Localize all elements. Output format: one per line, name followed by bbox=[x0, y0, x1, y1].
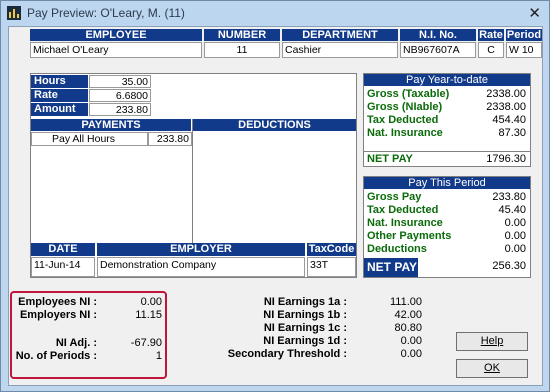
employee-ni-number: NB967607A bbox=[400, 42, 476, 58]
ytd-row-label: Gross (NIable) bbox=[367, 101, 443, 113]
period-row-value: 0.00 bbox=[504, 243, 526, 255]
period-row-label: Other Payments bbox=[367, 230, 452, 242]
ni-left-label: Employees NI : bbox=[18, 296, 97, 308]
col-employee: EMPLOYEE bbox=[30, 29, 202, 41]
period-row-value: 45.40 bbox=[498, 204, 526, 216]
ni-right-value: 111.00 bbox=[389, 296, 422, 308]
ni-right-value: 42.00 bbox=[394, 309, 422, 321]
employee-department: Cashier bbox=[282, 42, 398, 58]
employer-name: Demonstration Company bbox=[97, 257, 305, 277]
ni-right-label: NI Earnings 1a : bbox=[263, 296, 347, 308]
employee-period: W 10 bbox=[506, 42, 542, 58]
amount-value: 233.80 bbox=[89, 103, 151, 116]
col-period: Period bbox=[506, 29, 542, 41]
ytd-row-value: 87.30 bbox=[498, 127, 526, 139]
ni-left-value: -67.90 bbox=[130, 337, 162, 349]
ni-left-label: NI Adj. : bbox=[55, 337, 97, 349]
col-number: NUMBER bbox=[204, 29, 280, 41]
payments-header: PAYMENTS bbox=[31, 119, 191, 131]
ytd-row-value: 2338.00 bbox=[486, 101, 526, 113]
ytd-net-pay-row: NET PAY 1796.30 bbox=[364, 151, 530, 166]
ni-left-value: 0.00 bbox=[140, 296, 162, 308]
ytd-row-value: 454.40 bbox=[492, 114, 526, 126]
period-header: Pay This Period bbox=[364, 177, 530, 189]
ni-right-label: NI Earnings 1c : bbox=[263, 322, 347, 334]
hours-value: 35.00 bbox=[89, 75, 151, 88]
period-row-value: 0.00 bbox=[504, 230, 526, 242]
period-net-pay-value: 256.30 bbox=[492, 260, 526, 272]
close-icon[interactable]: ✕ bbox=[528, 4, 541, 22]
ni-right-value: 0.00 bbox=[400, 335, 422, 347]
period-row-label: Tax Deducted bbox=[367, 204, 439, 216]
employee-number: 11 bbox=[204, 42, 280, 58]
ytd-row-label: Gross (Taxable) bbox=[367, 88, 450, 100]
col-rate: Rate bbox=[478, 29, 504, 41]
ni-right-value: 0.00 bbox=[400, 348, 422, 360]
app-chart-icon bbox=[7, 6, 21, 20]
ytd-header: Pay Year-to-date bbox=[364, 74, 530, 86]
employee-rate: C bbox=[478, 42, 504, 58]
employee-grid: EMPLOYEE NUMBER DEPARTMENT N.I. No. Rate… bbox=[30, 29, 542, 59]
payment-item-name: Pay All Hours bbox=[31, 132, 148, 146]
ytd-row-value: 2338.00 bbox=[486, 88, 526, 100]
hours-label: Hours bbox=[31, 75, 88, 88]
tax-code: 33T bbox=[307, 257, 356, 277]
col-employer: EMPLOYER bbox=[97, 243, 305, 256]
help-button-label: Help bbox=[480, 335, 504, 347]
employee-name: Michael O'Leary bbox=[30, 42, 202, 58]
payment-item-amount: 233.80 bbox=[148, 132, 192, 146]
period-row-label: Deductions bbox=[367, 243, 427, 255]
ni-left-label: Employers NI : bbox=[19, 309, 97, 321]
col-department: DEPARTMENT bbox=[282, 29, 398, 41]
col-taxcode: TaxCode bbox=[307, 243, 356, 256]
rate-label: Rate bbox=[31, 89, 88, 102]
ni-right-label: NI Earnings 1d : bbox=[263, 335, 347, 347]
column-divider bbox=[192, 119, 193, 243]
help-button[interactable]: Help bbox=[456, 332, 528, 351]
title-bar: Pay Preview: O'Leary, M. (11) ✕ bbox=[1, 1, 549, 25]
col-date: DATE bbox=[31, 243, 95, 256]
ok-button-label: OK bbox=[484, 362, 500, 374]
ni-left-value: 1 bbox=[155, 350, 162, 362]
period-row-label: Gross Pay bbox=[367, 191, 422, 203]
dialog-client-area: EMPLOYEE NUMBER DEPARTMENT N.I. No. Rate… bbox=[8, 26, 543, 386]
window-title: Pay Preview: O'Leary, M. (11) bbox=[27, 6, 185, 20]
ytd-net-pay-label: NET PAY bbox=[367, 153, 413, 165]
pay-preview-window: Pay Preview: O'Leary, M. (11) ✕ EMPLOYEE… bbox=[0, 0, 550, 392]
ytd-row-label: Tax Deducted bbox=[367, 114, 439, 126]
ytd-net-pay-value: 1796.30 bbox=[486, 153, 526, 165]
ni-right-value: 80.80 bbox=[394, 322, 422, 334]
period-row-value: 0.00 bbox=[504, 217, 526, 229]
period-row-label: Nat. Insurance bbox=[367, 217, 443, 229]
ytd-row-label: Nat. Insurance bbox=[367, 127, 443, 139]
ni-left-label: No. of Periods : bbox=[15, 350, 97, 362]
deductions-header: DEDUCTIONS bbox=[193, 119, 356, 131]
ok-button[interactable]: OK bbox=[456, 359, 528, 378]
amount-label: Amount bbox=[31, 103, 88, 116]
rate-value: 6.6800 bbox=[89, 89, 151, 102]
pay-date: 11-Jun-14 bbox=[31, 257, 95, 277]
period-net-pay-label: NET PAY bbox=[364, 258, 418, 277]
period-row-value: 233.80 bbox=[492, 191, 526, 203]
ni-left-value: 11.15 bbox=[135, 309, 162, 321]
ni-right-label: Secondary Threshold : bbox=[227, 348, 347, 360]
ni-right-label: NI Earnings 1b : bbox=[263, 309, 347, 321]
col-ni-number: N.I. No. bbox=[400, 29, 476, 41]
